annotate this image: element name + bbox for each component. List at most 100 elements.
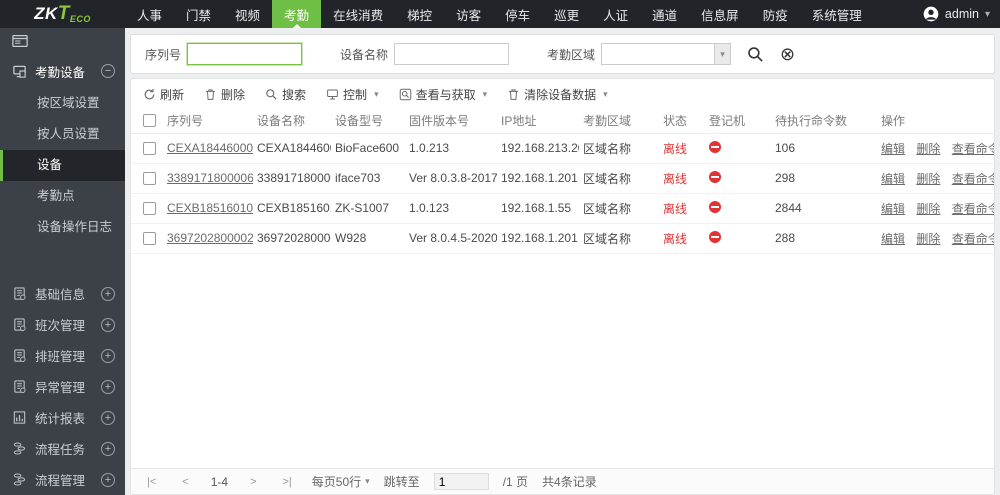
nav-channel[interactable]: 通道 bbox=[640, 0, 689, 28]
workflow-task-icon bbox=[12, 441, 27, 456]
nav-epidemic[interactable]: 防疫 bbox=[751, 0, 800, 28]
logo-text-eco: ECO bbox=[70, 14, 91, 24]
serial-filter-label: 序列号 bbox=[145, 46, 181, 63]
view-commands-link[interactable]: 查看命令 bbox=[952, 202, 994, 216]
control-button[interactable]: 控制 ▾ bbox=[326, 86, 379, 103]
collapse-icon[interactable]: − bbox=[101, 64, 115, 78]
sidebar-item-attendance-point[interactable]: 考勤点 bbox=[0, 181, 125, 212]
serial-link[interactable]: CEXB185160106 bbox=[167, 201, 253, 215]
sidebar-module-exception-mgmt[interactable]: 异常管理 + bbox=[0, 371, 125, 402]
col-status: 状态 bbox=[659, 109, 705, 133]
clear-device-data-button[interactable]: 清除设备数据 ▾ bbox=[507, 86, 608, 103]
view-commands-link[interactable]: 查看命令 bbox=[952, 172, 994, 186]
refresh-label: 刷新 bbox=[160, 86, 184, 103]
control-label: 控制 bbox=[343, 86, 367, 103]
nav-info-screen[interactable]: 信息屏 bbox=[689, 0, 751, 28]
nav-elevator[interactable]: 梯控 bbox=[395, 0, 444, 28]
nav-personnel[interactable]: 人事 bbox=[125, 0, 174, 28]
ip-cell: 192.168.1.201 bbox=[497, 163, 579, 193]
sidebar-item-area-settings[interactable]: 按区域设置 bbox=[0, 88, 125, 119]
sidebar-item-device[interactable]: 设备 bbox=[0, 150, 125, 181]
delete-link[interactable]: 删除 bbox=[916, 232, 940, 246]
sidebar-module-shift-mgmt[interactable]: 班次管理 + bbox=[0, 309, 125, 340]
status-badge: 离线 bbox=[663, 172, 687, 186]
sidebar-module-statistics-report[interactable]: 统计报表 + bbox=[0, 402, 125, 433]
serial-link[interactable]: 3697202800002 bbox=[167, 231, 253, 245]
sidebar-module-workflow-mgmt[interactable]: 流程管理 + bbox=[0, 464, 125, 495]
per-page-select[interactable]: 每页50行 ▾ bbox=[312, 473, 370, 490]
nav-online-consume[interactable]: 在线消费 bbox=[321, 0, 395, 28]
nav-id-verify[interactable]: 人证 bbox=[591, 0, 640, 28]
nav-system[interactable]: 系统管理 bbox=[800, 0, 874, 28]
clear-device-data-label: 清除设备数据 bbox=[524, 86, 596, 103]
expand-icon[interactable]: + bbox=[101, 287, 115, 301]
sidebar-group-attendance-device[interactable]: 考勤设备 − bbox=[0, 54, 125, 88]
table-row: 3389171800006 3389171800006 iface703 Ver… bbox=[131, 163, 994, 193]
sidebar-module-workflow-task[interactable]: 流程任务 + bbox=[0, 433, 125, 464]
toolbar: 刷新 删除 搜索 控制 ▾ 查看与获取 ▾ 清除设备数据 bbox=[131, 79, 994, 109]
row-checkbox[interactable] bbox=[143, 202, 156, 215]
prev-page-button[interactable]: < bbox=[176, 476, 194, 488]
user-name: admin bbox=[945, 7, 979, 21]
commands-cell: 2844 bbox=[771, 193, 877, 223]
chevron-down-icon: ▾ bbox=[365, 476, 370, 487]
device-name-filter-label: 设备名称 bbox=[340, 46, 388, 63]
expand-icon[interactable]: + bbox=[101, 380, 115, 394]
refresh-button[interactable]: 刷新 bbox=[143, 86, 184, 103]
select-all-checkbox[interactable] bbox=[143, 114, 156, 127]
expand-icon[interactable]: + bbox=[101, 349, 115, 363]
view-get-button[interactable]: 查看与获取 ▾ bbox=[399, 86, 488, 103]
sidebar-module-schedule-mgmt[interactable]: 排班管理 + bbox=[0, 340, 125, 371]
col-device-name: 设备名称 bbox=[253, 109, 331, 133]
serial-filter-input[interactable] bbox=[187, 43, 302, 65]
device-name-cell: 3389171800006 bbox=[253, 163, 331, 193]
row-checkbox[interactable] bbox=[143, 232, 156, 245]
table-row: CEXA184460005 CEXA184460005 BioFace600 1… bbox=[131, 133, 994, 163]
expand-icon[interactable]: + bbox=[101, 411, 115, 425]
row-checkbox[interactable] bbox=[143, 172, 156, 185]
expand-icon[interactable]: + bbox=[101, 318, 115, 332]
nav-visitor[interactable]: 访客 bbox=[444, 0, 493, 28]
module-label: 异常管理 bbox=[35, 377, 101, 396]
row-checkbox[interactable] bbox=[143, 142, 156, 155]
firmware-cell: 1.0.123 bbox=[405, 193, 497, 223]
delete-link[interactable]: 删除 bbox=[916, 172, 940, 186]
filter-clear-button[interactable]: ⊗ bbox=[780, 45, 795, 63]
search-button[interactable]: 搜索 bbox=[265, 86, 306, 103]
sidebar-toggle-button[interactable] bbox=[0, 28, 125, 54]
page-total: /1 页 bbox=[503, 473, 528, 490]
expand-icon[interactable]: + bbox=[101, 473, 115, 487]
edit-link[interactable]: 编辑 bbox=[881, 232, 905, 246]
nav-attendance[interactable]: 考勤 bbox=[272, 0, 321, 28]
delete-link[interactable]: 删除 bbox=[916, 142, 940, 156]
edit-link[interactable]: 编辑 bbox=[881, 202, 905, 216]
area-filter-select[interactable]: ▾ bbox=[601, 43, 731, 65]
user-menu[interactable]: admin ▾ bbox=[923, 0, 990, 28]
edit-link[interactable]: 编辑 bbox=[881, 142, 905, 156]
delete-link[interactable]: 删除 bbox=[916, 202, 940, 216]
sidebar-item-personnel-settings[interactable]: 按人员设置 bbox=[0, 119, 125, 150]
serial-link[interactable]: 3389171800006 bbox=[167, 171, 253, 185]
device-name-cell: 3697202800002 bbox=[253, 223, 331, 253]
sidebar-module-basic-info[interactable]: 基础信息 + bbox=[0, 278, 125, 309]
delete-button[interactable]: 删除 bbox=[204, 86, 245, 103]
view-commands-link[interactable]: 查看命令 bbox=[952, 142, 994, 156]
last-page-button[interactable]: >| bbox=[277, 476, 298, 488]
edit-link[interactable]: 编辑 bbox=[881, 172, 905, 186]
chevron-down-icon: ▾ bbox=[603, 89, 608, 100]
jump-page-input[interactable] bbox=[434, 473, 489, 490]
device-name-filter-input[interactable] bbox=[394, 43, 509, 65]
expand-icon[interactable]: + bbox=[101, 442, 115, 456]
sidebar-item-device-op-log[interactable]: 设备操作日志 bbox=[0, 212, 125, 243]
select-caret-icon[interactable]: ▾ bbox=[714, 44, 730, 64]
serial-link[interactable]: CEXA184460005 bbox=[167, 141, 253, 155]
nav-parking[interactable]: 停车 bbox=[493, 0, 542, 28]
view-get-label: 查看与获取 bbox=[416, 86, 476, 103]
next-page-button[interactable]: > bbox=[244, 476, 262, 488]
nav-patrol[interactable]: 巡更 bbox=[542, 0, 591, 28]
nav-access[interactable]: 门禁 bbox=[174, 0, 223, 28]
first-page-button[interactable]: |< bbox=[141, 476, 162, 488]
view-commands-link[interactable]: 查看命令 bbox=[952, 232, 994, 246]
filter-search-button[interactable] bbox=[747, 46, 764, 63]
nav-video[interactable]: 视频 bbox=[223, 0, 272, 28]
